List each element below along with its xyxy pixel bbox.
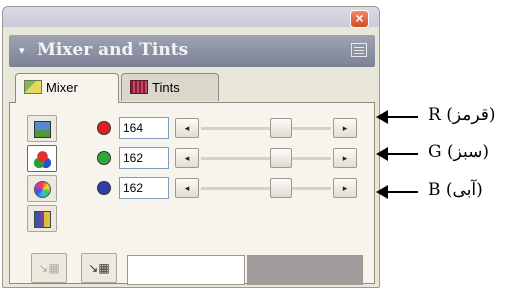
red-slider[interactable]: ◂ ▸	[175, 118, 357, 138]
color-wheel-icon	[34, 181, 51, 198]
close-button[interactable]: ×	[350, 10, 369, 28]
annotation-blue: B (آبی)	[376, 180, 516, 204]
annotation-red: R (قرمز)	[376, 105, 516, 129]
red-decrement-button[interactable]: ◂	[175, 118, 199, 138]
green-slider-track[interactable]	[201, 157, 331, 160]
annotation-green: G (سبز)	[376, 142, 516, 166]
blue-slider[interactable]: ◂ ▸	[175, 178, 357, 198]
red-dot-icon	[97, 121, 111, 135]
mixer-icon	[24, 80, 42, 94]
tab-tints-label: Tints	[152, 80, 180, 95]
blue-slider-thumb[interactable]	[270, 178, 293, 198]
tab-tints[interactable]: Tints	[121, 73, 219, 101]
red-slider-track[interactable]	[201, 127, 331, 130]
blue-value-field[interactable]: 162	[119, 177, 169, 199]
green-slider-thumb[interactable]	[270, 148, 293, 168]
green-value-field[interactable]: 162	[119, 147, 169, 169]
add-to-swatches-disabled-button[interactable]: ↘▦	[31, 253, 67, 283]
channel-row-green: 162 ◂ ▸	[89, 147, 359, 169]
blue-increment-button[interactable]: ▸	[333, 178, 357, 198]
rgb-mode-button[interactable]	[27, 145, 57, 172]
panel-options-icon[interactable]	[351, 43, 367, 57]
panel-header[interactable]: ▾ Mixer and Tints	[9, 35, 375, 67]
channel-row-blue: 162 ◂ ▸	[89, 177, 359, 199]
collapse-arrow-icon[interactable]: ▾	[19, 44, 25, 57]
blue-decrement-button[interactable]: ◂	[175, 178, 199, 198]
new-color-swatch	[127, 255, 245, 285]
panel-title: Mixer and Tints	[37, 40, 189, 60]
picture-icon	[34, 121, 51, 138]
original-color-swatch[interactable]	[247, 255, 363, 285]
green-increment-button[interactable]: ▸	[333, 148, 357, 168]
red-value-field[interactable]: 164	[119, 117, 169, 139]
swatch-grid-icon	[34, 211, 51, 228]
rgb-circles-icon	[34, 151, 51, 168]
annotation-red-label: R (قرمز)	[428, 105, 496, 125]
annotation-blue-label: B (آبی)	[428, 180, 483, 200]
tab-mixer-label: Mixer	[46, 80, 78, 95]
panel-title-strip: ×	[3, 7, 379, 28]
green-dot-icon	[97, 151, 111, 165]
tints-icon	[130, 80, 148, 94]
blue-slider-track[interactable]	[201, 187, 331, 190]
red-increment-button[interactable]: ▸	[333, 118, 357, 138]
channel-row-red: 164 ◂ ▸	[89, 117, 359, 139]
swatch-mode-button[interactable]	[27, 205, 57, 232]
green-decrement-button[interactable]: ◂	[175, 148, 199, 168]
tab-mixer[interactable]: Mixer	[15, 73, 119, 103]
picture-mode-button[interactable]	[27, 115, 57, 142]
arrow-shaft	[380, 191, 418, 193]
color-wheel-mode-button[interactable]	[27, 175, 57, 202]
arrow-shaft	[380, 153, 418, 155]
arrow-shaft	[380, 116, 418, 118]
blue-dot-icon	[97, 181, 111, 195]
add-to-swatches-button[interactable]: ↘▦	[81, 253, 117, 283]
mixer-tints-panel: × ▾ Mixer and Tints Mixer Tints 164 ◂ ▸	[2, 6, 380, 288]
red-slider-thumb[interactable]	[270, 118, 293, 138]
annotation-green-label: G (سبز)	[428, 142, 490, 162]
green-slider[interactable]: ◂ ▸	[175, 148, 357, 168]
